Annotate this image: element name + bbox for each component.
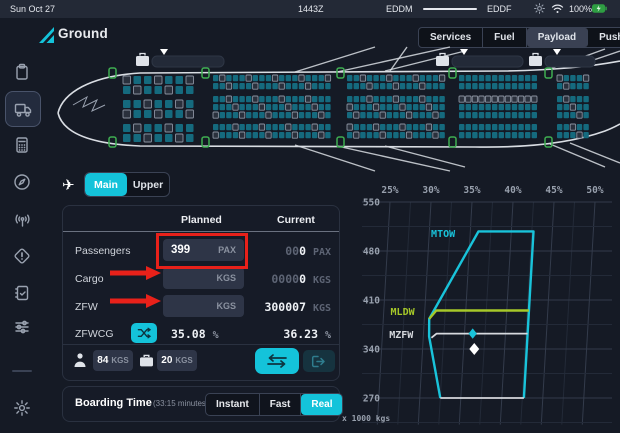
truck-icon bbox=[14, 100, 33, 118]
clipboard-icon bbox=[13, 63, 31, 81]
gear-icon bbox=[13, 399, 31, 417]
boarding-time-estimate: (33:15 minutes) bbox=[153, 399, 209, 408]
sidebar bbox=[0, 18, 45, 433]
airplane-icon: ✈ bbox=[62, 176, 75, 194]
passengers-current: 000 PAX bbox=[285, 244, 331, 258]
boarding-option-real[interactable]: Real bbox=[301, 394, 342, 415]
aft-cargo-slider bbox=[436, 49, 523, 67]
svg-text:270: 270 bbox=[363, 394, 380, 405]
svg-text:MLDW: MLDW bbox=[391, 307, 416, 318]
marker-current-cg bbox=[469, 343, 479, 355]
svg-text:40%: 40% bbox=[504, 185, 521, 196]
baggage-icon bbox=[139, 354, 154, 372]
svg-text:550: 550 bbox=[363, 198, 380, 209]
settings-gear-icon[interactable] bbox=[533, 2, 546, 17]
sidebar-item-radio[interactable] bbox=[5, 202, 39, 236]
page-title: Ground bbox=[58, 26, 108, 41]
bag-weight-input[interactable]: 20KGS bbox=[157, 350, 197, 371]
svg-text:25%: 25% bbox=[381, 185, 398, 196]
boarding-time-panel: Boarding Time (33:15 minutes) Instant Fa… bbox=[62, 386, 340, 422]
boarding-time-label: Boarding Time bbox=[75, 397, 152, 409]
row-label-passengers: Passengers bbox=[75, 245, 130, 257]
boarding-option-fast[interactable]: Fast bbox=[260, 394, 302, 415]
board-deboard-button[interactable] bbox=[255, 348, 299, 374]
row-label-zfw: ZFW bbox=[75, 301, 98, 313]
svg-text:30%: 30% bbox=[422, 185, 439, 196]
shuffle-icon bbox=[137, 327, 152, 339]
deck-tab-main[interactable]: Main bbox=[85, 173, 127, 196]
sidebar-item-settings[interactable] bbox=[5, 391, 39, 425]
status-time: 1443Z bbox=[298, 4, 324, 14]
hazard-diamond-icon bbox=[13, 247, 31, 265]
sidebar-item-filters[interactable] bbox=[5, 310, 39, 344]
pax-weight-input[interactable]: 84KGS bbox=[93, 350, 133, 371]
deboard-button[interactable] bbox=[303, 350, 335, 372]
checklist-icon bbox=[13, 284, 31, 302]
exit-icon bbox=[311, 355, 327, 368]
annotation-arrow-zfw bbox=[110, 293, 162, 309]
svg-text:MTOW: MTOW bbox=[431, 229, 456, 240]
series-MZFW bbox=[431, 334, 527, 338]
status-origin: EDDM bbox=[386, 4, 413, 14]
fwd-cargo-slider bbox=[136, 49, 224, 67]
efb-ground-page: Sun Oct 27 1443Z EDDM EDDF 100% Ground S… bbox=[0, 0, 620, 433]
status-destination: EDDF bbox=[487, 4, 512, 14]
sidebar-divider bbox=[12, 370, 32, 372]
boarding-option-instant[interactable]: Instant bbox=[206, 394, 260, 415]
column-header-current: Current bbox=[277, 214, 315, 226]
annotation-highlight-passengers bbox=[156, 233, 248, 269]
row-label-cargo: Cargo bbox=[75, 273, 104, 285]
annotation-arrow-cargo bbox=[110, 265, 162, 281]
sidebar-item-compass[interactable] bbox=[5, 165, 39, 199]
divider bbox=[63, 344, 339, 345]
column-header-planned: Planned bbox=[181, 214, 222, 226]
zfwcg-current: 36.23 % bbox=[283, 327, 331, 341]
svg-text:35%: 35% bbox=[463, 185, 480, 196]
calculator-icon bbox=[13, 136, 31, 154]
deck-selector: Main Upper bbox=[84, 172, 170, 197]
sidebar-item-checklist[interactable] bbox=[5, 276, 39, 310]
antenna-icon bbox=[13, 210, 32, 228]
row-label-zfwcg: ZFWCG bbox=[75, 328, 114, 340]
battery-percent: 100% bbox=[569, 4, 592, 14]
sidebar-item-calculator[interactable] bbox=[5, 128, 39, 162]
svg-text:x 1000 kgs: x 1000 kgs bbox=[342, 414, 390, 423]
header-underline bbox=[63, 231, 339, 232]
svg-text:50%: 50% bbox=[586, 185, 603, 196]
zfwcg-planned: 35.08 % bbox=[171, 327, 219, 341]
sidebar-item-ground-services[interactable] bbox=[5, 91, 41, 127]
swap-arrows-icon bbox=[266, 354, 288, 368]
sliders-icon bbox=[13, 318, 31, 336]
svg-text:MZFW: MZFW bbox=[389, 330, 414, 341]
sidebar-item-clipboard[interactable] bbox=[5, 55, 39, 89]
battery-charging-icon bbox=[592, 4, 607, 15]
zfw-input[interactable]: KGS bbox=[163, 295, 244, 317]
compass-icon bbox=[13, 173, 31, 191]
zfw-current: 300007 KGS bbox=[264, 300, 331, 314]
svg-text:45%: 45% bbox=[545, 185, 562, 196]
deck-tab-upper[interactable]: Upper bbox=[127, 173, 169, 196]
payload-panel: Planned Current Passengers 399 PAX 000 P… bbox=[62, 205, 340, 381]
svg-text:410: 410 bbox=[363, 296, 380, 307]
boarding-speed-selector: Instant Fast Real bbox=[205, 393, 343, 416]
zfwcg-auto-button[interactable] bbox=[131, 323, 157, 343]
sidebar-item-hazard[interactable] bbox=[5, 239, 39, 273]
status-date: Sun Oct 27 bbox=[10, 4, 55, 14]
bulk-cargo-slider bbox=[529, 49, 595, 67]
svg-text:340: 340 bbox=[363, 345, 380, 356]
cargo-input[interactable]: KGS bbox=[163, 267, 244, 289]
status-bar: Sun Oct 27 1443Z EDDM EDDF 100% bbox=[0, 0, 620, 18]
marker-planned-zfw-cg bbox=[468, 328, 476, 338]
series-MLDW bbox=[429, 311, 529, 319]
passenger-icon bbox=[73, 352, 87, 373]
flight-progress-line bbox=[423, 8, 477, 10]
seat-map[interactable] bbox=[45, 45, 620, 173]
cg-envelope-chart: 25% 30% 35% 40% 45% 50% 550 480 410 340 270 x 1000 … bbox=[340, 180, 618, 430]
cargo-current: 00000 KGS bbox=[271, 272, 331, 286]
svg-text:480: 480 bbox=[363, 247, 380, 258]
wifi-icon bbox=[551, 3, 564, 16]
